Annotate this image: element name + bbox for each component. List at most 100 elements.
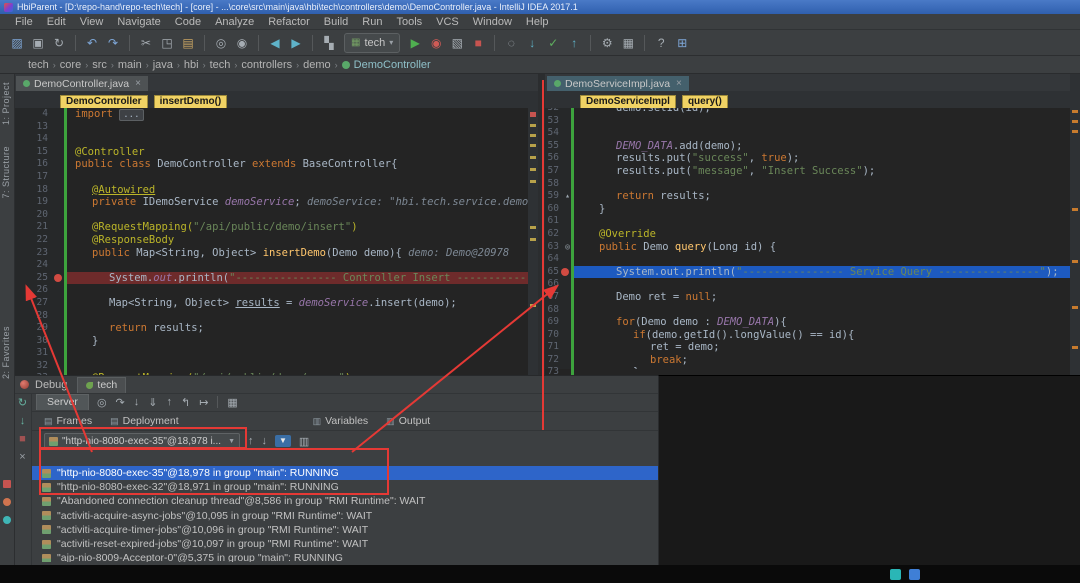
- save-all-icon[interactable]: ▣: [29, 34, 47, 52]
- restart-server-icon[interactable]: ↓: [20, 415, 26, 428]
- run-config-selector[interactable]: ▦tech▾: [344, 33, 400, 53]
- line-number[interactable]: 19: [14, 196, 64, 209]
- close-icon[interactable]: ×: [19, 451, 25, 464]
- menu-navigate[interactable]: Navigate: [110, 16, 167, 28]
- file-tab-democontroller[interactable]: DemoController.java ×: [16, 76, 148, 92]
- tab-frames[interactable]: ▤Frames: [36, 413, 100, 429]
- line-number[interactable]: 30: [14, 335, 64, 348]
- thread-row[interactable]: "activiti-acquire-timer-jobs"@10,096 in …: [32, 523, 658, 537]
- line-number[interactable]: 57: [545, 165, 571, 178]
- stop-icon[interactable]: ■: [19, 433, 26, 446]
- forward-icon[interactable]: ▶: [287, 34, 305, 52]
- line-number[interactable]: 17: [14, 171, 64, 184]
- console-area[interactable]: [658, 375, 1080, 565]
- breadcrumb-current[interactable]: DemoController: [340, 59, 433, 71]
- line-number[interactable]: 61: [545, 215, 571, 228]
- tool-window-button-orange[interactable]: [3, 498, 11, 506]
- project-structure-icon[interactable]: ▦: [619, 34, 637, 52]
- menu-run[interactable]: Run: [355, 16, 389, 28]
- breadcrumb-item[interactable]: hbi: [182, 59, 201, 71]
- close-icon[interactable]: ×: [135, 78, 141, 89]
- line-number[interactable]: 14: [14, 133, 64, 146]
- line-number[interactable]: 62: [545, 228, 571, 241]
- line-number[interactable]: 64: [545, 253, 571, 266]
- menu-refactor[interactable]: Refactor: [261, 16, 317, 28]
- line-number[interactable]: 70: [545, 329, 571, 342]
- compile-icon[interactable]: ▚: [320, 34, 338, 52]
- previous-frame-icon[interactable]: ↑: [248, 435, 254, 447]
- breadcrumb-item[interactable]: src: [90, 59, 109, 71]
- code-crumb-chip[interactable]: DemoServiceImpl: [580, 95, 676, 109]
- vcs-update-icon[interactable]: ↓: [523, 34, 541, 52]
- line-number[interactable]: 18: [14, 184, 64, 197]
- line-number[interactable]: 26: [14, 284, 64, 297]
- line-number[interactable]: 28: [14, 310, 64, 323]
- line-number[interactable]: 59▴: [545, 190, 571, 203]
- code-crumb-chip[interactable]: insertDemo(): [154, 95, 228, 109]
- debug-session-tab[interactable]: tech: [77, 377, 126, 393]
- undo-icon[interactable]: ↶: [83, 34, 101, 52]
- thread-selector-dropdown[interactable]: "http-nio-8080-exec-35"@18,978 i... ▼: [44, 433, 240, 449]
- show-execution-point-icon[interactable]: ◎: [97, 396, 107, 409]
- breadcrumb-item[interactable]: controllers: [239, 59, 294, 71]
- close-icon[interactable]: ×: [676, 78, 682, 89]
- help-icon[interactable]: ?: [652, 34, 670, 52]
- copy-icon[interactable]: ◳: [158, 34, 176, 52]
- taskbar-app-blue[interactable]: [909, 569, 920, 580]
- thread-view-options-icon[interactable]: ▥: [299, 435, 309, 448]
- line-number[interactable]: 54: [545, 127, 571, 140]
- filter-threads-icon[interactable]: ▼: [275, 435, 291, 447]
- back-icon[interactable]: ◀: [266, 34, 284, 52]
- open-project-icon[interactable]: ▨: [8, 34, 26, 52]
- evaluate-expression-icon[interactable]: ▦: [227, 396, 237, 409]
- menu-window[interactable]: Window: [466, 16, 519, 28]
- line-number[interactable]: 20: [14, 209, 64, 222]
- line-number[interactable]: 67: [545, 291, 571, 304]
- file-tab-demoserviceimpl[interactable]: DemoServiceImpl.java ×: [547, 76, 689, 92]
- menu-code[interactable]: Code: [168, 16, 208, 28]
- step-over-icon[interactable]: ↷: [116, 396, 125, 409]
- next-frame-icon[interactable]: ↓: [262, 435, 268, 447]
- editor-gutter[interactable]: 4131415161718192021222324252627282930313…: [14, 108, 64, 375]
- sync-icon[interactable]: ↻: [50, 34, 68, 52]
- line-number[interactable]: 29: [14, 322, 64, 335]
- cut-icon[interactable]: ✂: [137, 34, 155, 52]
- breadcrumb-item[interactable]: demo: [301, 59, 333, 71]
- window-titlebar[interactable]: HbiParent - [D:\repo-hand\repo-tech\tech…: [0, 0, 1080, 14]
- tab-deployment[interactable]: ▤Deployment: [102, 413, 187, 429]
- tool-window-button-red[interactable]: [3, 480, 11, 488]
- menu-view[interactable]: View: [73, 16, 111, 28]
- rerun-icon[interactable]: ↻: [18, 397, 27, 410]
- line-number[interactable]: 24: [14, 259, 64, 272]
- thread-row[interactable]: "activiti-reset-expired-jobs"@10,097 in …: [32, 537, 658, 551]
- line-number[interactable]: 63◎: [545, 241, 571, 254]
- line-number[interactable]: 32: [14, 360, 64, 373]
- line-number[interactable]: 15: [14, 146, 64, 159]
- redo-icon[interactable]: ↷: [104, 34, 122, 52]
- line-number[interactable]: 60: [545, 203, 571, 216]
- menu-analyze[interactable]: Analyze: [208, 16, 261, 28]
- step-out-icon[interactable]: ↑: [166, 396, 172, 408]
- line-number[interactable]: 73: [545, 366, 571, 375]
- tab-server[interactable]: Server: [36, 394, 89, 410]
- tab-variables[interactable]: ▥Variables: [305, 413, 377, 429]
- override-icon[interactable]: ◎: [565, 241, 570, 254]
- breakpoint-icon[interactable]: [561, 268, 569, 276]
- tab-output[interactable]: ▥Output: [378, 413, 438, 429]
- run-to-cursor-icon[interactable]: ↦: [199, 396, 208, 409]
- editor-splitter[interactable]: [538, 74, 545, 375]
- taskbar-app-teal[interactable]: [890, 569, 901, 580]
- debug-run-icon[interactable]: ◉: [427, 34, 445, 52]
- find-icon[interactable]: ◎: [212, 34, 230, 52]
- line-number[interactable]: 27: [14, 297, 64, 310]
- tool-window-button[interactable]: 2: Favorites: [1, 326, 11, 379]
- menu-tools[interactable]: Tools: [389, 16, 429, 28]
- breakpoint-icon[interactable]: [54, 274, 62, 282]
- vcs-push-icon[interactable]: ↑: [565, 34, 583, 52]
- line-number[interactable]: 71: [545, 341, 571, 354]
- replace-icon[interactable]: ◉: [233, 34, 251, 52]
- code-area[interactable]: import ...@Controllerpublic class DemoCo…: [67, 108, 538, 375]
- menu-vcs[interactable]: VCS: [429, 16, 466, 28]
- line-number[interactable]: 72: [545, 354, 571, 367]
- menu-file[interactable]: File: [8, 16, 40, 28]
